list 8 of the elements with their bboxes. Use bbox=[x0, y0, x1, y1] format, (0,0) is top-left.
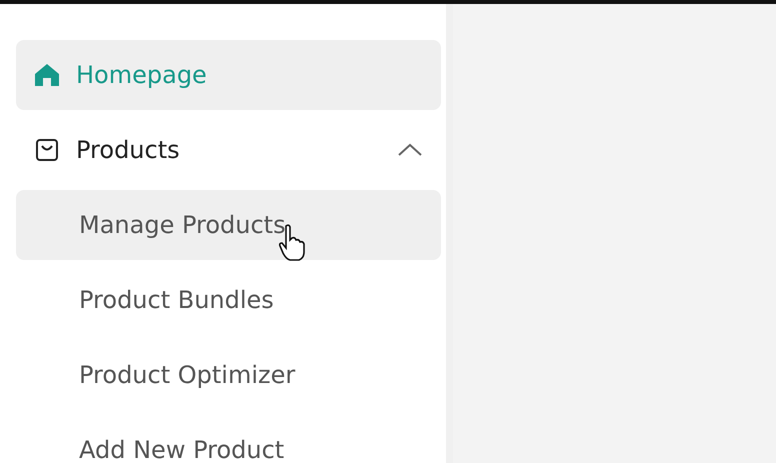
sidebar-item[interactable]: Products bbox=[16, 115, 441, 185]
sidebar-subitem[interactable]: Product Optimizer bbox=[16, 340, 441, 410]
chevron-icon[interactable] bbox=[397, 142, 423, 158]
bag-icon bbox=[34, 137, 60, 163]
sidebar-subitem[interactable]: Manage Products bbox=[16, 190, 441, 260]
sidebar-subitem[interactable]: Add New Product bbox=[16, 415, 441, 463]
sidebar-subitem[interactable]: Product Bundles bbox=[16, 265, 441, 335]
home-icon bbox=[34, 63, 60, 87]
